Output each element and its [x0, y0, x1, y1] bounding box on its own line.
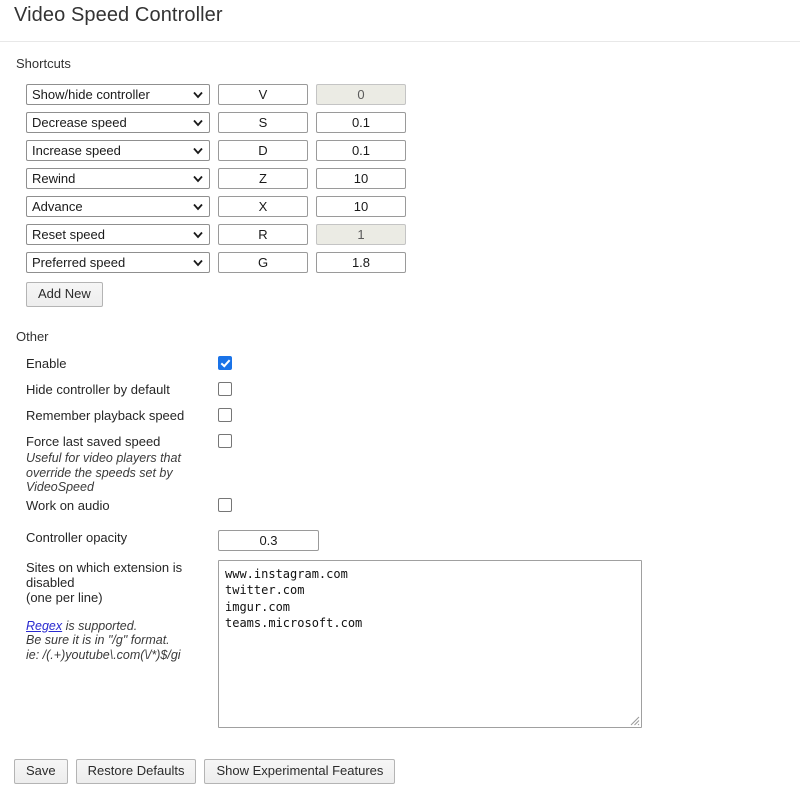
option-label: Enable — [26, 353, 218, 372]
chevron-down-icon — [193, 258, 202, 267]
option-row: Enable — [0, 353, 800, 379]
option-label: Hide controller by default — [26, 379, 218, 398]
header-divider — [0, 41, 800, 42]
chevron-down-icon — [193, 230, 202, 239]
shortcut-action-select[interactable]: Preferred speed — [26, 252, 210, 273]
option-checkbox[interactable] — [218, 356, 232, 370]
option-description: Useful for video players that override t… — [26, 451, 218, 495]
option-row: Work on audio — [0, 495, 800, 521]
chevron-down-icon — [193, 118, 202, 127]
controller-opacity-row: Controller opacity 0.3 — [0, 527, 800, 553]
option-label-text: Remember playback speed — [26, 408, 184, 423]
shortcut-action-label: Preferred speed — [32, 255, 125, 270]
other-section-heading: Other — [16, 329, 800, 345]
shortcut-action-label: Rewind — [32, 171, 75, 186]
shortcut-key-input[interactable]: V — [218, 84, 308, 105]
shortcut-value-input[interactable]: 10 — [316, 196, 406, 217]
shortcut-row: Show/hide controller V0 — [26, 80, 800, 108]
shortcut-value-input: 1 — [316, 224, 406, 245]
shortcut-action-select[interactable]: Decrease speed — [26, 112, 210, 133]
option-control — [218, 405, 232, 423]
shortcut-value-input[interactable]: 0.1 — [316, 112, 406, 133]
option-label-text: Hide controller by default — [26, 382, 170, 397]
add-new-wrapper: Add New — [26, 282, 800, 307]
chevron-down-icon — [193, 174, 202, 183]
option-checkbox[interactable] — [218, 408, 232, 422]
controller-opacity-label: Controller opacity — [26, 527, 218, 546]
shortcut-action-label: Advance — [32, 199, 83, 214]
option-checkbox[interactable] — [218, 498, 232, 512]
shortcut-action-label: Decrease speed — [32, 115, 127, 130]
option-row: Force last saved speed Useful for video p… — [0, 431, 800, 495]
shortcut-action-select[interactable]: Increase speed — [26, 140, 210, 161]
option-checkbox[interactable] — [218, 434, 232, 448]
option-control — [218, 495, 232, 513]
regex-help-line3: ie: /(.+)youtube\.com(\/*)$/gi — [26, 648, 218, 663]
shortcut-key-input[interactable]: Z — [218, 168, 308, 189]
option-label-text: Work on audio — [26, 498, 110, 513]
regex-help-block: Regex is supported. Be sure it is in "/g… — [26, 619, 218, 663]
shortcut-action-select[interactable]: Show/hide controller — [26, 84, 210, 105]
restore-defaults-button[interactable]: Restore Defaults — [76, 759, 197, 784]
shortcut-value-input: 0 — [316, 84, 406, 105]
other-options-list: Enable Hide controller by default Remember… — [0, 353, 800, 521]
disabled-sites-label-line1: Sites on which extension is — [26, 560, 218, 575]
shortcut-key-input[interactable]: X — [218, 196, 308, 217]
shortcut-action-label: Increase speed — [32, 143, 121, 158]
chevron-down-icon — [193, 90, 202, 99]
regex-link[interactable]: Regex — [26, 619, 62, 633]
shortcut-action-select[interactable]: Advance — [26, 196, 210, 217]
regex-help-line2: Be sure it is in "/g" format. — [26, 633, 218, 648]
show-experimental-features-button[interactable]: Show Experimental Features — [204, 759, 395, 784]
shortcut-row: Preferred speed G 1.8 — [26, 248, 800, 276]
shortcut-action-label: Reset speed — [32, 227, 105, 242]
option-label: Force last saved speed Useful for video p… — [26, 431, 218, 495]
page-header: Video Speed Controller — [0, 0, 800, 30]
shortcut-key-input[interactable]: G — [218, 252, 308, 273]
shortcut-action-select[interactable]: Rewind — [26, 168, 210, 189]
footer-buttons: Save Restore Defaults Show Experimental … — [14, 759, 395, 784]
option-control — [218, 353, 232, 371]
shortcut-row: Decrease speed S 0.1 — [26, 108, 800, 136]
resize-grip-icon[interactable] — [628, 714, 640, 726]
controller-opacity-control: 0.3 — [218, 527, 319, 551]
option-label: Work on audio — [26, 495, 218, 514]
shortcuts-list: Show/hide controller V0 Decrease speed S 0.1… — [26, 80, 800, 276]
disabled-sites-row: Sites on which extension is disabled (on… — [0, 560, 800, 728]
shortcuts-section-heading: Shortcuts — [16, 56, 800, 72]
shortcut-value-input[interactable]: 1.8 — [316, 252, 406, 273]
shortcut-row: Advance X 10 — [26, 192, 800, 220]
disabled-sites-label-line3: (one per line) — [26, 590, 218, 605]
option-checkbox[interactable] — [218, 382, 232, 396]
option-label-text: Enable — [26, 356, 66, 371]
shortcut-key-input[interactable]: R — [218, 224, 308, 245]
option-row: Hide controller by default — [0, 379, 800, 405]
option-label: Remember playback speed — [26, 405, 218, 424]
option-control — [218, 431, 232, 449]
shortcut-key-input[interactable]: D — [218, 140, 308, 161]
shortcut-row: Increase speed D 0.1 — [26, 136, 800, 164]
option-control — [218, 379, 232, 397]
shortcut-row: Reset speed R1 — [26, 220, 800, 248]
option-label-text: Force last saved speed — [26, 434, 160, 449]
disabled-sites-label-line2: disabled — [26, 575, 218, 590]
chevron-down-icon — [193, 202, 202, 211]
shortcut-action-label: Show/hide controller — [32, 87, 150, 102]
option-row: Remember playback speed — [0, 405, 800, 431]
shortcut-value-input[interactable]: 10 — [316, 168, 406, 189]
chevron-down-icon — [193, 146, 202, 155]
shortcut-action-select[interactable]: Reset speed — [26, 224, 210, 245]
page-title: Video Speed Controller — [14, 0, 800, 30]
disabled-sites-label-block: Sites on which extension is disabled (on… — [26, 560, 218, 663]
regex-help-suffix: is supported. — [62, 619, 137, 633]
disabled-sites-textarea[interactable]: www.instagram.com twitter.com imgur.com … — [218, 560, 642, 728]
save-button[interactable]: Save — [14, 759, 68, 784]
shortcut-value-input[interactable]: 0.1 — [316, 140, 406, 161]
shortcut-key-input[interactable]: S — [218, 112, 308, 133]
controller-opacity-input[interactable]: 0.3 — [218, 530, 319, 551]
shortcut-row: Rewind Z 10 — [26, 164, 800, 192]
regex-help-line1: Regex is supported. — [26, 619, 218, 634]
add-new-button[interactable]: Add New — [26, 282, 103, 307]
